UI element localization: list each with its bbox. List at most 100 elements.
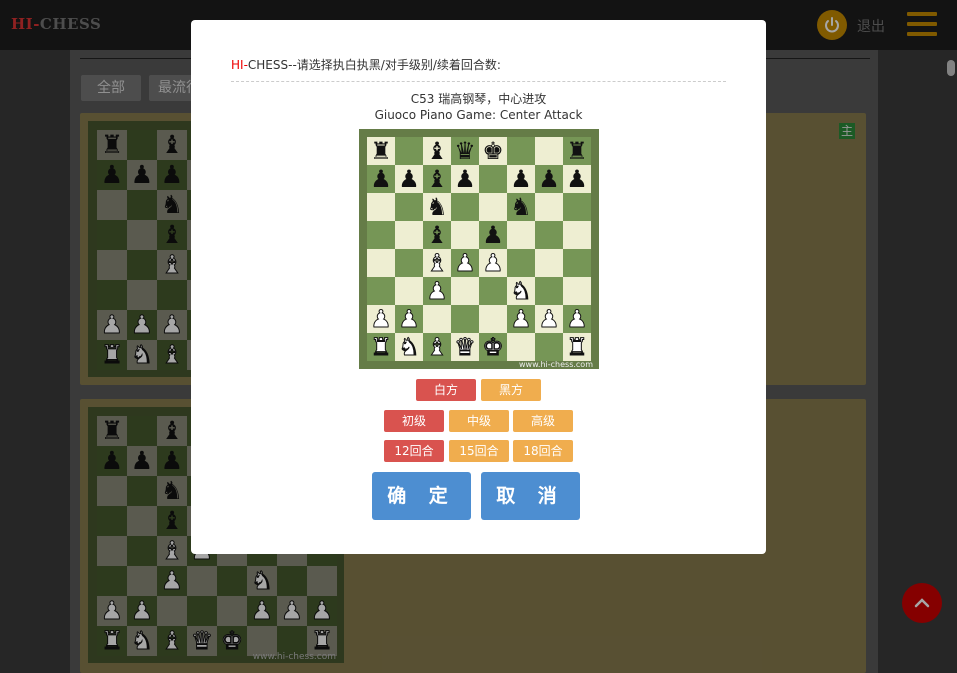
white-pawn-icon: ♟ <box>566 305 588 334</box>
level-intermediate-button[interactable]: 中级 <box>449 410 509 432</box>
white-pawn-icon: ♟ <box>510 305 532 334</box>
black-pawn-icon: ♟ <box>510 165 532 193</box>
selection-dialog: HI-CHESS--请选择执白执黑/对手级别/续着回合数: C53 瑞高钢琴，中… <box>191 20 766 554</box>
board-square: ♜ <box>367 137 395 165</box>
side-black-button[interactable]: 黑方 <box>481 379 541 401</box>
board-square: ♝ <box>423 221 451 249</box>
black-rook-icon: ♜ <box>566 137 588 165</box>
black-knight-icon: ♞ <box>426 193 448 221</box>
board-square: ♞ <box>395 333 423 362</box>
black-pawn-icon: ♟ <box>538 165 560 193</box>
rounds-15-button[interactable]: 15回合 <box>449 440 509 462</box>
black-bishop-icon: ♝ <box>426 137 448 165</box>
level-advanced-button[interactable]: 高级 <box>513 410 573 432</box>
black-pawn-icon: ♟ <box>398 165 420 193</box>
board-square: ♚ <box>479 137 507 165</box>
opening-english-name: Giuoco Piano Game: Center Attack <box>374 108 583 122</box>
board-square <box>395 221 423 249</box>
white-knight-icon: ♞ <box>510 277 532 306</box>
board-square <box>535 193 563 221</box>
white-pawn-icon: ♟ <box>426 277 448 306</box>
board-square <box>535 249 563 277</box>
board-square: ♟ <box>563 165 591 193</box>
black-queen-icon: ♛ <box>454 137 476 165</box>
level-beginner-button[interactable]: 初级 <box>384 410 444 432</box>
board-square: ♟ <box>367 305 395 334</box>
board-square: ♝ <box>423 137 451 165</box>
board-square: ♜ <box>563 333 591 362</box>
board-square: ♝ <box>423 333 451 362</box>
board-square: ♟ <box>535 305 563 334</box>
board-square: ♛ <box>451 137 479 165</box>
board-square <box>479 165 507 193</box>
white-knight-icon: ♞ <box>398 333 420 362</box>
board-square <box>507 249 535 277</box>
black-pawn-icon: ♟ <box>370 165 392 193</box>
opening-code-label: C53 瑞高钢琴，中心进攻 <box>410 92 547 106</box>
board-square <box>479 277 507 305</box>
board-square <box>507 333 535 361</box>
board-square <box>535 137 563 165</box>
board-square <box>563 249 591 277</box>
board-square: ♟ <box>535 165 563 193</box>
board-square: ♟ <box>507 165 535 193</box>
board-square <box>367 221 395 249</box>
board-square: ♝ <box>423 165 451 193</box>
board-square: ♟ <box>451 165 479 193</box>
white-bishop-icon: ♝ <box>426 333 448 362</box>
board-square: ♝ <box>423 249 451 278</box>
dialog-title: HI-CHESS--请选择执白执黑/对手级别/续着回合数: <box>231 58 501 72</box>
side-white-button[interactable]: 白方 <box>416 379 476 401</box>
board-square: ♟ <box>479 249 507 278</box>
black-rook-icon: ♜ <box>370 137 392 165</box>
rounds-12-button[interactable]: 12回合 <box>384 440 444 462</box>
board-square <box>563 221 591 249</box>
board-square: ♟ <box>423 277 451 306</box>
board-square <box>451 277 479 305</box>
white-pawn-icon: ♟ <box>398 305 420 334</box>
board-square <box>395 249 423 277</box>
black-pawn-icon: ♟ <box>454 165 476 193</box>
board-square <box>535 221 563 249</box>
confirm-button[interactable]: 确 定 <box>372 472 471 520</box>
board-square <box>563 193 591 221</box>
cancel-button[interactable]: 取 消 <box>481 472 580 520</box>
board-square: ♜ <box>563 137 591 165</box>
board-square <box>535 277 563 305</box>
board-square <box>395 193 423 221</box>
black-pawn-icon: ♟ <box>482 221 504 249</box>
white-pawn-icon: ♟ <box>538 305 560 334</box>
board-square <box>479 305 507 333</box>
board-square: ♟ <box>367 165 395 193</box>
board-square: ♞ <box>423 193 451 221</box>
board-square <box>507 137 535 165</box>
white-pawn-icon: ♟ <box>454 249 476 278</box>
board-square <box>451 221 479 249</box>
white-queen-icon: ♛ <box>454 333 476 362</box>
board-square <box>367 193 395 221</box>
board-square <box>367 277 395 305</box>
board-square: ♟ <box>395 165 423 193</box>
board-square: ♛ <box>451 333 479 362</box>
board-square: ♞ <box>507 193 535 221</box>
board-square <box>395 137 423 165</box>
board-square <box>507 221 535 249</box>
board-square: ♟ <box>451 249 479 278</box>
board-square: ♟ <box>395 305 423 334</box>
black-bishop-icon: ♝ <box>426 165 448 193</box>
board-square <box>563 277 591 305</box>
white-rook-icon: ♜ <box>370 333 392 362</box>
white-pawn-icon: ♟ <box>370 305 392 334</box>
board-square <box>479 193 507 221</box>
white-pawn-icon: ♟ <box>482 249 504 278</box>
board-square <box>451 193 479 221</box>
board-square <box>423 305 451 333</box>
white-king-icon: ♚ <box>482 333 504 362</box>
rounds-18-button[interactable]: 18回合 <box>513 440 573 462</box>
board-square: ♟ <box>479 221 507 249</box>
board-square: ♞ <box>507 277 535 306</box>
black-bishop-icon: ♝ <box>426 221 448 249</box>
black-knight-icon: ♞ <box>510 193 532 221</box>
board-square: ♜ <box>367 333 395 362</box>
board-square <box>367 249 395 277</box>
